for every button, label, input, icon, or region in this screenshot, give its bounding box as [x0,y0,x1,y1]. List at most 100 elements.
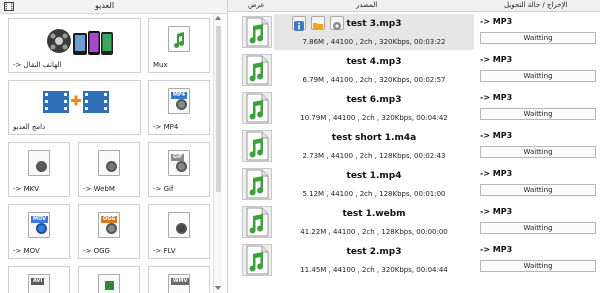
file-name: test short 1.m4a [331,133,417,143]
col-source-header[interactable]: المصدر [356,1,377,9]
gear-icon[interactable] [330,16,344,30]
mobile-tile[interactable]: -> الهاتف النقال [8,18,141,73]
preview-thumbnail[interactable] [242,130,272,162]
tile-label: -> OGG [83,247,110,255]
file-row[interactable]: test 6.mp3 10.79M , 44100 , 2ch , 320Kbp… [228,89,600,127]
conversion-panel: العديو -> الهاتف النقال Mux دامج العديو … [0,0,228,293]
file-info: 6.79M , 44100 , 2ch , 320Kbps, 00:02:57 [302,76,446,84]
music-file-icon [246,245,269,275]
source-cell: test 4.mp3 6.79M , 44100 , 2ch , 320Kbps… [274,52,474,88]
webm-tile[interactable]: -> WebM [78,142,140,197]
video-joiner-tile[interactable]: دامج العديو [8,80,141,135]
status-button[interactable]: Waitting [480,146,596,158]
file-name: test 1.webm [342,209,406,219]
status-button[interactable]: Waitting [480,32,596,44]
tile-label: -> MP4 [153,123,179,131]
tile-label: -> WebM [83,185,115,193]
mux-icon [168,26,190,52]
file-info: 41.22M , 44100 , 2ch , 128Kbps, 00:00:00 [300,228,448,236]
file-row[interactable]: test 1.mp4 5.12M , 44100 , 2ch , 128Kbps… [228,165,600,203]
wmv-tile[interactable]: WMV [148,266,210,293]
file-list-header: عرض المصدر الإخراج / حالة التحويل [228,0,600,12]
tile-label: دامج العديو [13,123,46,131]
file-row[interactable]: test short 1.m4a 2.73M , 44100 , 2ch , 1… [228,127,600,165]
panel-header: العديو [0,0,227,14]
format-badge: AVI [31,278,45,285]
avi-file-icon: AVI [28,274,50,293]
file-info: 7.86M , 44100 , 2ch , 320Kbps, 00:03:22 [302,38,446,46]
music-file-icon [246,207,269,237]
output-format: -> MP3 [480,131,513,140]
preview-thumbnail[interactable] [242,206,272,238]
output-format: -> MP3 [480,55,513,64]
col-output-header[interactable]: الإخراج / حالة التحويل [504,1,568,9]
left-scrollbar[interactable] [213,14,222,293]
mov-file-icon: MOV [28,212,50,238]
tile-label: -> FLV [153,247,176,255]
file-name: test 2.mp3 [346,247,402,257]
output-format: -> MP3 [480,207,513,216]
source-cell: test 1.mp4 5.12M , 44100 , 2ch , 128Kbps… [274,166,474,202]
file-name: test 4.mp3 [346,57,402,67]
source-cell: test 6.mp3 10.79M , 44100 , 2ch , 320Kbp… [274,90,474,126]
panel-title: العديو [95,1,115,10]
music-file-icon [246,131,269,161]
music-file-icon [246,55,269,85]
source-cell: test 1.webm 41.22M , 44100 , 2ch , 128Kb… [274,204,474,240]
file-info: 5.12M , 44100 , 2ch , 128Kbps, 00:01:00 [302,190,446,198]
format-badge: GIF [171,154,185,161]
file-info: 2.73M , 44100 , 2ch , 128Kbps, 00:02:43 [302,152,446,160]
scroll-down-icon[interactable] [215,286,221,290]
source-cell: test short 1.m4a 2.73M , 44100 , 2ch , 1… [274,128,474,164]
mp4-tile[interactable]: MP4 -> MP4 [148,80,210,135]
film-icon [4,2,14,11]
file-row[interactable]: test 1.webm 41.22M , 44100 , 2ch , 128Kb… [228,203,600,241]
output-format: -> MP3 [480,245,513,254]
file-info: 11.45M , 44100 , 2ch , 320Kbps, 00:04:44 [300,266,448,274]
scroll-up-icon[interactable] [215,16,221,20]
music-file-icon [246,169,269,199]
file-row[interactable]: test 2.mp3 11.45M , 44100 , 2ch , 320Kbp… [228,241,600,279]
ogg-file-icon: OGG [98,212,120,238]
file-row[interactable]: test 3.mp3 7.86M , 44100 , 2ch , 320Kbps… [228,13,600,51]
status-button[interactable]: Waitting [480,260,596,272]
tile-label: -> MKV [13,185,40,193]
preview-thumbnail[interactable] [242,92,272,124]
status-button[interactable]: Waitting [480,222,596,234]
source-cell: test 3.mp3 7.86M , 44100 , 2ch , 320Kbps… [274,14,474,50]
preview-thumbnail[interactable] [242,168,272,200]
format-badge: MP4 [171,92,188,99]
flv-tile[interactable]: -> FLV [148,204,210,259]
preview-thumbnail[interactable] [242,16,272,48]
gif-tile[interactable]: GIF -> Gif [148,142,210,197]
preview-thumbnail[interactable] [242,54,272,86]
mkv-tile[interactable]: -> MKV [8,142,70,197]
status-button[interactable]: Waitting [480,70,596,82]
scroll-thumb[interactable] [216,26,221,192]
mkv-file-icon [28,150,50,176]
excel-file-icon [98,274,120,293]
music-file-icon [246,93,269,123]
ogg-tile[interactable]: OGG -> OGG [78,204,140,259]
col-preview-header[interactable]: عرض [248,1,265,9]
excel-tile[interactable] [78,266,140,293]
info-icon[interactable] [292,16,306,31]
mux-tile[interactable]: Mux [148,18,210,73]
webm-file-icon [98,150,120,176]
tile-label: -> MOV [13,247,40,255]
format-grid: -> الهاتف النقال Mux دامج العديو MP4 -> … [8,18,210,293]
video-joiner-icon [43,91,109,113]
mov-tile[interactable]: MOV -> MOV [8,204,70,259]
folder-icon[interactable] [311,16,325,30]
avi-tile[interactable]: AVI [8,266,70,293]
output-format: -> MP3 [480,169,513,178]
status-button[interactable]: Waitting [480,108,596,120]
wmv-file-icon: WMV [168,274,190,293]
preview-thumbnail[interactable] [242,244,272,276]
format-badge: OGG [101,216,118,223]
format-badge: MOV [31,216,48,223]
app-window: العديو -> الهاتف النقال Mux دامج العديو … [0,0,600,293]
file-row[interactable]: test 4.mp3 6.79M , 44100 , 2ch , 320Kbps… [228,51,600,89]
status-button[interactable]: Waitting [480,184,596,196]
gif-file-icon: GIF [168,150,190,176]
